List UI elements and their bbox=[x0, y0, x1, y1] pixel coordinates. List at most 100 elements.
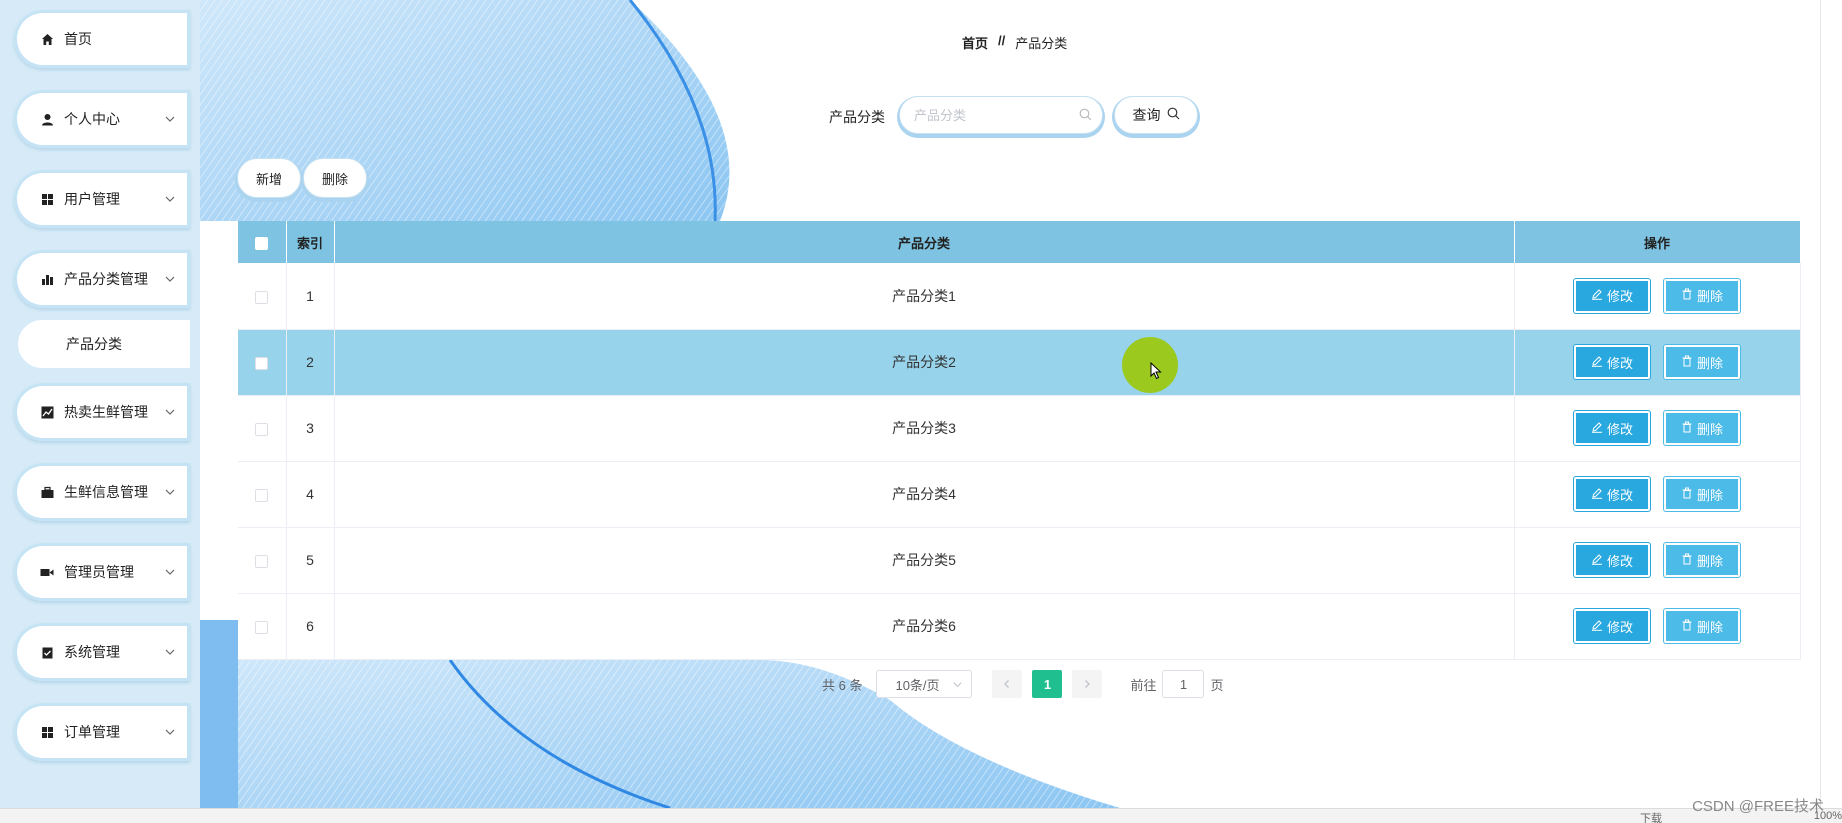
goto-page-input[interactable] bbox=[1162, 670, 1205, 698]
prev-page-button[interactable] bbox=[992, 670, 1023, 698]
zoom-level[interactable]: 100% bbox=[1814, 810, 1842, 822]
row-ops: 修改 删除 bbox=[1514, 527, 1801, 594]
delete-button[interactable]: 删除 bbox=[1664, 477, 1740, 511]
delete-button[interactable]: 删除 bbox=[1664, 345, 1740, 379]
next-page-button[interactable] bbox=[1072, 670, 1103, 698]
row-category: 产品分类2 bbox=[334, 329, 1515, 396]
sidebar-item-label: 订单管理 bbox=[64, 724, 120, 740]
trash-icon bbox=[1681, 421, 1693, 436]
table-row: 5 产品分类5 修改 删除 bbox=[238, 527, 1801, 594]
trash-icon bbox=[1681, 553, 1693, 568]
search-input[interactable] bbox=[914, 97, 1074, 133]
search-label: 产品分类 bbox=[829, 109, 885, 125]
select-all-header[interactable] bbox=[238, 221, 287, 263]
edit-button[interactable]: 修改 bbox=[1574, 278, 1650, 313]
sidebar-item-system[interactable]: 系统管理 bbox=[14, 623, 190, 681]
edit-icon bbox=[1591, 355, 1603, 370]
sidebar-item-orders[interactable]: 订单管理 bbox=[14, 703, 190, 761]
edit-button-label: 修改 bbox=[1606, 553, 1633, 569]
main-content: 首页 // 产品分类 产品分类 查询 新增 删除 索引 产品分类 操作 bbox=[200, 0, 1820, 808]
delete-button[interactable]: 删除 bbox=[1664, 543, 1740, 577]
delete-button[interactable]: 删除 bbox=[1664, 411, 1740, 445]
row-index: 1 bbox=[286, 263, 335, 330]
chevron-down-icon bbox=[164, 192, 178, 206]
chevron-down-icon bbox=[164, 645, 178, 659]
table-row: 6 产品分类6 修改 删除 bbox=[238, 593, 1801, 660]
delete-button[interactable]: 删除 bbox=[1664, 278, 1740, 313]
trash-icon bbox=[1681, 487, 1693, 502]
select-all-checkbox[interactable] bbox=[255, 236, 269, 250]
sidebar-subitem-category[interactable]: 产品分类 bbox=[18, 320, 190, 368]
goto-label: 前往 bbox=[1130, 677, 1157, 693]
delete-button-label: 删除 bbox=[1696, 553, 1723, 569]
row-select-cell[interactable] bbox=[238, 527, 287, 594]
browser-status-bar: CSDN @FREE技术 下载 100% bbox=[0, 798, 1842, 823]
row-select-cell[interactable] bbox=[238, 395, 287, 462]
row-checkbox[interactable] bbox=[255, 620, 269, 634]
sidebar-item-home[interactable]: 首页 bbox=[14, 10, 190, 68]
delete-button-label: 删除 bbox=[1696, 289, 1723, 305]
row-checkbox[interactable] bbox=[255, 356, 269, 370]
sidebar-subitem-label: 产品分类 bbox=[66, 336, 122, 352]
row-category: 产品分类4 bbox=[334, 461, 1515, 528]
watermark: CSDN @FREE技术 bbox=[1692, 798, 1824, 815]
row-checkbox[interactable] bbox=[255, 290, 269, 304]
sidebar-item-admin[interactable]: 管理员管理 bbox=[14, 543, 190, 601]
row-checkbox[interactable] bbox=[255, 554, 269, 568]
page-size-select[interactable]: 10条/页 bbox=[876, 670, 973, 698]
sidebar-item-category-mgmt[interactable]: 产品分类管理 bbox=[14, 250, 190, 308]
search-button[interactable]: 查询 bbox=[1114, 96, 1198, 134]
edit-button[interactable]: 修改 bbox=[1574, 345, 1650, 379]
row-select-cell[interactable] bbox=[238, 461, 287, 528]
row-select-cell[interactable] bbox=[238, 263, 287, 330]
sidebar-item-label: 系统管理 bbox=[64, 644, 120, 660]
right-scroll-area bbox=[1820, 0, 1842, 808]
edit-icon bbox=[1591, 421, 1603, 436]
category-table: 索引 产品分类 操作 1 产品分类1 修改 删除 2 产品分类2 修改 删除 3… bbox=[238, 221, 1801, 660]
edit-button[interactable]: 修改 bbox=[1574, 543, 1650, 577]
batch-delete-button[interactable]: 删除 bbox=[303, 158, 367, 198]
chevron-down-icon bbox=[164, 272, 178, 286]
row-checkbox[interactable] bbox=[255, 488, 269, 502]
row-select-cell[interactable] bbox=[238, 593, 287, 660]
trash-icon bbox=[1681, 619, 1693, 634]
clipboard-icon bbox=[40, 645, 54, 659]
chevron-right-icon bbox=[1082, 677, 1092, 692]
row-ops: 修改 删除 bbox=[1514, 329, 1801, 396]
search-button-label: 查询 bbox=[1132, 107, 1161, 123]
row-category: 产品分类3 bbox=[334, 395, 1515, 462]
add-button[interactable]: 新增 bbox=[237, 158, 301, 198]
download-label[interactable]: 下载 bbox=[1640, 810, 1662, 823]
row-checkbox[interactable] bbox=[255, 422, 269, 436]
chevron-down-icon bbox=[952, 678, 963, 693]
page-unit-label: 页 bbox=[1210, 677, 1224, 693]
sidebar-item-hot-sale[interactable]: 热卖生鲜管理 bbox=[14, 383, 190, 441]
edit-button[interactable]: 修改 bbox=[1574, 609, 1650, 643]
breadcrumb-current: 产品分类 bbox=[1015, 36, 1068, 51]
search-field[interactable] bbox=[899, 96, 1103, 134]
sidebar-item-profile[interactable]: 个人中心 bbox=[14, 90, 190, 148]
table-header-row: 索引 产品分类 操作 bbox=[238, 221, 1801, 263]
pagination-total: 共 6 条 bbox=[822, 677, 863, 693]
chevron-down-icon bbox=[164, 112, 178, 126]
breadcrumb-home[interactable]: 首页 bbox=[962, 33, 988, 52]
edit-icon bbox=[1591, 619, 1603, 634]
edit-button[interactable]: 修改 bbox=[1574, 411, 1650, 445]
grid-icon bbox=[40, 192, 54, 206]
delete-button[interactable]: 删除 bbox=[1664, 609, 1740, 643]
page-number-current[interactable]: 1 bbox=[1032, 670, 1063, 698]
sidebar-item-users[interactable]: 用户管理 bbox=[14, 170, 190, 228]
table-row: 2 产品分类2 修改 删除 bbox=[238, 329, 1801, 396]
add-button-label: 新增 bbox=[255, 171, 282, 187]
edit-button-label: 修改 bbox=[1606, 421, 1633, 437]
row-select-cell[interactable] bbox=[238, 329, 287, 396]
search-icon bbox=[1167, 107, 1180, 123]
pagination: 共 6 条 10条/页 1 前往 页 bbox=[822, 670, 1224, 698]
video-icon bbox=[40, 565, 54, 579]
grid-icon bbox=[40, 725, 54, 739]
edit-icon bbox=[1591, 487, 1603, 502]
edit-button[interactable]: 修改 bbox=[1574, 477, 1650, 511]
sidebar-item-fresh-info[interactable]: 生鲜信息管理 bbox=[14, 463, 190, 521]
trash-icon bbox=[1681, 355, 1693, 370]
delete-button-label: 删除 bbox=[1696, 421, 1723, 437]
